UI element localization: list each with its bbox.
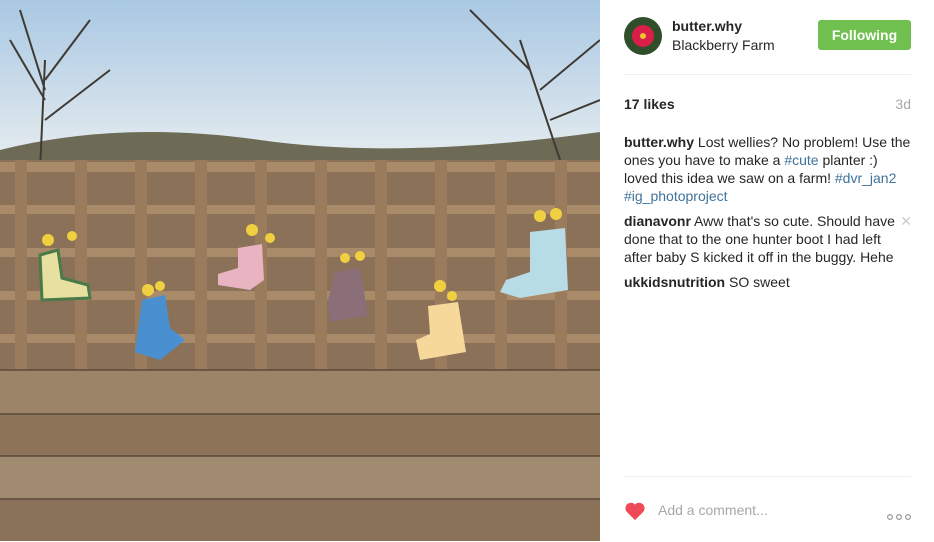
more-options-icon[interactable] xyxy=(886,507,912,525)
like-heart-icon[interactable] xyxy=(624,501,646,526)
comment-username[interactable]: dianavonr xyxy=(624,213,691,229)
likes-count[interactable]: 17 likes xyxy=(624,96,675,112)
avatar[interactable] xyxy=(624,17,662,55)
hashtag-link[interactable]: #dvr_jan2 xyxy=(835,170,897,186)
post-sidebar: butter.why Blackberry Farm Following 17 … xyxy=(600,0,934,541)
comment-username[interactable]: ukkidsnutrition xyxy=(624,274,725,290)
caption-username[interactable]: butter.why xyxy=(624,134,694,150)
fence-planter-photo xyxy=(0,0,600,541)
delete-comment-icon[interactable]: ✕ xyxy=(900,212,912,230)
post-photo[interactable] xyxy=(0,0,600,541)
caption: butter.why Lost wellies? No problem! Use… xyxy=(624,133,912,205)
post-actions xyxy=(624,476,912,542)
comment-input[interactable] xyxy=(658,502,858,518)
comment: ukkidsnutrition SO sweet xyxy=(624,273,912,291)
post-timestamp[interactable]: 3d xyxy=(895,96,911,112)
comment: dianavonr Aww that's so cute. Should hav… xyxy=(624,212,912,266)
post-header: butter.why Blackberry Farm Following xyxy=(624,16,911,75)
instagram-post: butter.why Blackberry Farm Following 17 … xyxy=(0,0,934,541)
following-button[interactable]: Following xyxy=(818,20,911,50)
location-link[interactable]: Blackberry Farm xyxy=(672,37,775,53)
comment-text: SO sweet xyxy=(729,274,790,290)
author-username[interactable]: butter.why xyxy=(672,18,742,34)
hashtag-link[interactable]: #ig_photoproject xyxy=(624,188,728,204)
hashtag-link[interactable]: #cute xyxy=(784,152,818,168)
comments-list: butter.why Lost wellies? No problem! Use… xyxy=(624,133,912,298)
